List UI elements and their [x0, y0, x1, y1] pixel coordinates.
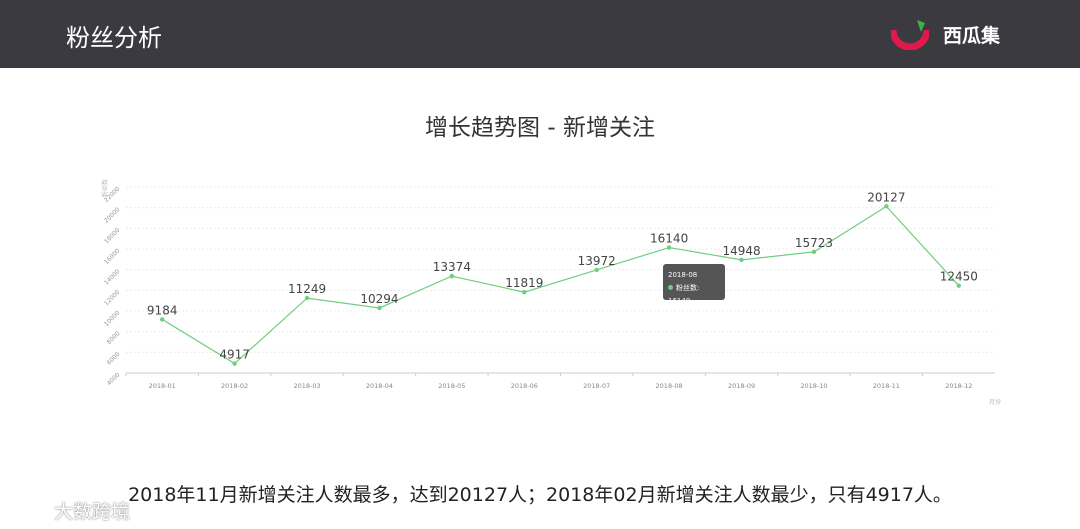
y-tick-label: 16000	[103, 247, 122, 266]
x-tick-label: 2018-05	[438, 382, 465, 390]
x-tick-label: 2018-02	[221, 382, 248, 390]
watermark-logo-icon	[9, 501, 46, 518]
x-tick-label: 2018-07	[583, 382, 610, 390]
data-label: 13972	[578, 254, 616, 268]
watermark: 大数跨境	[8, 497, 130, 524]
series-dot-icon	[668, 285, 673, 290]
data-point	[956, 283, 961, 288]
data-label: 16140	[650, 232, 688, 246]
x-tick-label: 2018-03	[293, 382, 320, 390]
data-label: 20127	[867, 190, 905, 204]
data-label: 14948	[722, 244, 760, 258]
y-tick-label: 18000	[103, 227, 122, 246]
summary-text: 2018年11月新增关注人数最多，达到20127人；2018年02月新增关注人数…	[128, 484, 952, 506]
data-label: 15723	[795, 236, 833, 250]
data-point	[232, 361, 237, 366]
tooltip-title: 2018-08	[668, 271, 698, 279]
chart-tooltip: 2018-08 粉丝数: 16140	[663, 264, 725, 305]
data-label: 12450	[940, 270, 978, 284]
data-label: 9184	[147, 303, 178, 317]
x-tick-label: 2018-09	[728, 382, 755, 390]
x-tick-label: 2018-12	[945, 382, 972, 390]
data-label: 13374	[433, 260, 471, 274]
data-point	[594, 267, 599, 273]
data-label: 4917	[219, 348, 250, 362]
y-tick-label: 10000	[103, 309, 122, 328]
tooltip-row: 粉丝数: 16140	[668, 282, 720, 308]
y-tick-label: 8000	[106, 330, 122, 346]
x-axis-label: 月份	[989, 398, 1001, 406]
x-tick-label: 2018-04	[366, 382, 393, 390]
data-point	[449, 273, 455, 279]
y-tick-label: 4000	[106, 371, 122, 387]
series-line	[161, 205, 960, 365]
y-tick-label: 12000	[103, 289, 122, 308]
x-tick-label: 2018-08	[656, 382, 683, 390]
watermark-text: 大数跨境	[54, 501, 131, 523]
data-point	[522, 290, 527, 295]
y-tick-label: 14000	[103, 268, 122, 287]
data-point	[811, 249, 817, 255]
data-label: 11819	[505, 276, 543, 290]
x-tick-label: 2018-10	[800, 382, 827, 390]
x-tick-label: 2018-06	[511, 382, 538, 390]
data-label: 10294	[360, 292, 398, 306]
data-point	[304, 295, 310, 301]
y-axis-label: 粉丝数	[101, 179, 109, 197]
data-point	[666, 245, 672, 250]
y-tick-label: 6000	[106, 351, 122, 367]
x-tick-label: 2018-01	[149, 382, 176, 390]
data-point	[739, 257, 744, 263]
data-point	[377, 305, 382, 311]
y-tick-label: 20000	[103, 206, 122, 225]
line-chart: 4000 6000 8000 1000012000 14000 1600018000 200…	[101, 179, 1001, 406]
data-label: 11249	[288, 282, 326, 296]
data-point	[160, 317, 165, 322]
x-tick-label: 2018-11	[873, 382, 900, 390]
data-point	[884, 204, 889, 209]
